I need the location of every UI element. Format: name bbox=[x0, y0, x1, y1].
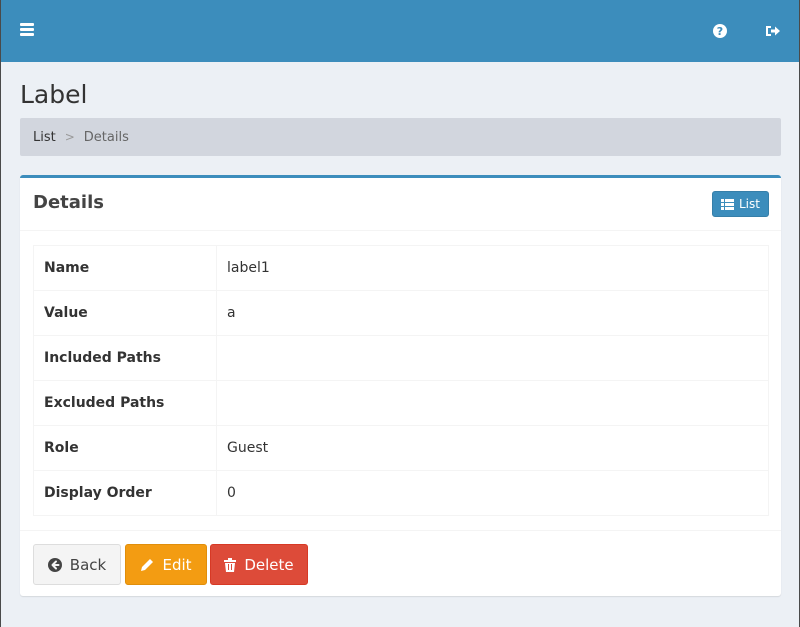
question-circle-icon[interactable]: ? bbox=[712, 23, 728, 39]
table-row: Display Order 0 bbox=[33, 470, 769, 516]
breadcrumb-link-list[interactable]: List bbox=[33, 130, 56, 145]
list-button-label: List bbox=[739, 197, 760, 211]
table-row: Role Guest bbox=[33, 425, 769, 471]
table-row: Name label1 bbox=[33, 245, 769, 291]
field-label: Included Paths bbox=[33, 335, 217, 381]
edit-button[interactable]: Edit bbox=[125, 544, 207, 585]
edit-button-label: Edit bbox=[162, 555, 192, 574]
field-label: Value bbox=[33, 290, 217, 336]
th-list-icon bbox=[721, 198, 734, 210]
field-value bbox=[216, 380, 769, 426]
details-table: Name label1 Value a Included Paths Exclu… bbox=[33, 245, 769, 516]
field-value: 0 bbox=[216, 470, 769, 516]
table-row: Included Paths bbox=[33, 335, 769, 381]
field-label: Display Order bbox=[33, 470, 217, 516]
field-value: Guest bbox=[216, 425, 769, 471]
arrow-circle-left-icon bbox=[47, 557, 62, 572]
delete-button[interactable]: Delete bbox=[210, 544, 308, 585]
list-button[interactable]: List bbox=[712, 191, 769, 217]
sign-out-icon[interactable] bbox=[765, 23, 781, 39]
hamburger-icon[interactable] bbox=[20, 23, 34, 37]
details-box: Details List Name label1 Value a Include… bbox=[20, 175, 781, 596]
back-button[interactable]: Back bbox=[33, 544, 121, 585]
box-footer: Back Edit Delete bbox=[20, 530, 781, 596]
breadcrumb-current: Details bbox=[83, 129, 129, 145]
top-navbar: ? bbox=[1, 0, 799, 62]
field-label: Name bbox=[33, 245, 217, 291]
box-header: Details List bbox=[20, 178, 781, 231]
field-value bbox=[216, 335, 769, 381]
delete-button-label: Delete bbox=[244, 555, 294, 574]
page-title: Label bbox=[20, 80, 88, 109]
field-label: Excluded Paths bbox=[33, 380, 217, 426]
field-value: label1 bbox=[216, 245, 769, 291]
breadcrumb-separator: > bbox=[64, 130, 75, 144]
table-row: Value a bbox=[33, 290, 769, 336]
field-value: a bbox=[216, 290, 769, 336]
field-label: Role bbox=[33, 425, 217, 471]
back-button-label: Back bbox=[69, 555, 107, 574]
breadcrumb: List > Details bbox=[20, 118, 781, 156]
table-row: Excluded Paths bbox=[33, 380, 769, 426]
trash-icon bbox=[224, 557, 237, 572]
svg-text:?: ? bbox=[717, 25, 723, 38]
pencil-icon bbox=[141, 558, 154, 571]
box-title: Details bbox=[33, 192, 104, 213]
